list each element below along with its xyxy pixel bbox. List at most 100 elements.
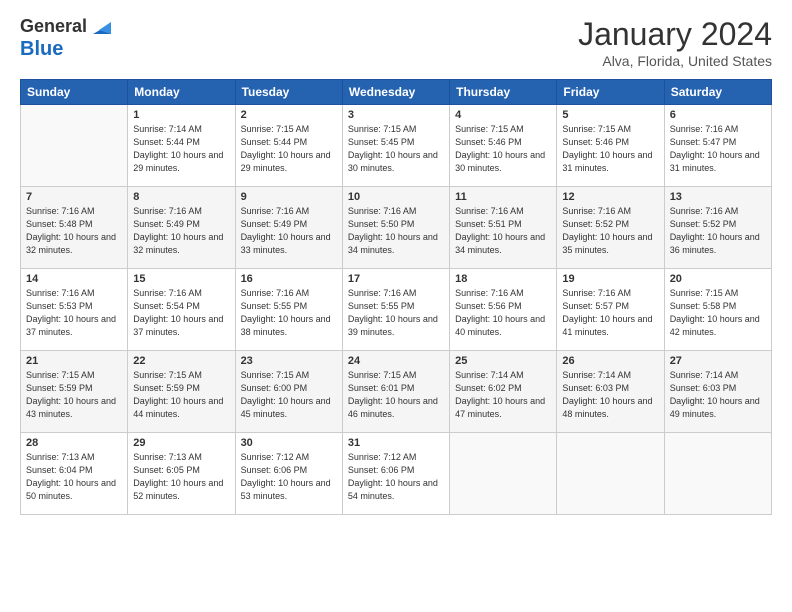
day-info: Sunrise: 7:16 AMSunset: 5:55 PMDaylight:… bbox=[241, 287, 337, 339]
day-info: Sunrise: 7:15 AMSunset: 6:00 PMDaylight:… bbox=[241, 369, 337, 421]
weekday-header-row: SundayMondayTuesdayWednesdayThursdayFrid… bbox=[21, 80, 772, 105]
calendar-cell: 26Sunrise: 7:14 AMSunset: 6:03 PMDayligh… bbox=[557, 351, 664, 433]
day-number: 20 bbox=[670, 273, 766, 285]
calendar-page: General Blue January 2024 Alva, Florida,… bbox=[0, 0, 792, 612]
calendar-cell bbox=[557, 433, 664, 515]
day-number: 6 bbox=[670, 109, 766, 121]
calendar-cell: 5 Sunrise: 7:15 AMSunset: 5:46 PMDaylight… bbox=[557, 105, 664, 187]
calendar-cell: 27 Sunrise: 7:14 AMSunset: 6:03 PMDayligh… bbox=[664, 351, 771, 433]
day-number: 23 bbox=[241, 355, 337, 367]
calendar-week-row: 28 Sunrise: 7:13 AMSunset: 6:04 PMDayligh… bbox=[21, 433, 772, 515]
calendar-cell: 22Sunrise: 7:15 AMSunset: 5:59 PMDayligh… bbox=[128, 351, 235, 433]
day-number: 11 bbox=[455, 191, 551, 203]
calendar-cell: 30Sunrise: 7:12 AMSunset: 6:06 PMDayligh… bbox=[235, 433, 342, 515]
logo-text: General bbox=[20, 17, 87, 37]
calendar-cell: 23 Sunrise: 7:15 AMSunset: 6:00 PMDayligh… bbox=[235, 351, 342, 433]
day-info: Sunrise: 7:15 AMSunset: 6:01 PMDaylight:… bbox=[348, 369, 444, 421]
day-info: Sunrise: 7:12 AMSunset: 6:06 PMDaylight:… bbox=[241, 451, 337, 503]
day-info: Sunrise: 7:14 AMSunset: 5:44 PMDaylight:… bbox=[133, 123, 229, 175]
day-number: 27 bbox=[670, 355, 766, 367]
day-info: Sunrise: 7:16 AMSunset: 5:50 PMDaylight:… bbox=[348, 205, 444, 257]
weekday-header-cell: Tuesday bbox=[235, 80, 342, 105]
calendar-cell: 18Sunrise: 7:16 AMSunset: 5:56 PMDayligh… bbox=[450, 269, 557, 351]
day-info: Sunrise: 7:14 AMSunset: 6:02 PMDaylight:… bbox=[455, 369, 551, 421]
weekday-header-cell: Friday bbox=[557, 80, 664, 105]
day-number: 8 bbox=[133, 191, 229, 203]
day-info: Sunrise: 7:16 AMSunset: 5:52 PMDaylight:… bbox=[562, 205, 658, 257]
day-info: Sunrise: 7:16 AMSunset: 5:51 PMDaylight:… bbox=[455, 205, 551, 257]
day-number: 16 bbox=[241, 273, 337, 285]
day-number: 13 bbox=[670, 191, 766, 203]
calendar-cell: 24Sunrise: 7:15 AMSunset: 6:01 PMDayligh… bbox=[342, 351, 449, 433]
calendar-cell: 1 Sunrise: 7:14 AMSunset: 5:44 PMDaylight… bbox=[128, 105, 235, 187]
calendar-cell: 31Sunrise: 7:12 AMSunset: 6:06 PMDayligh… bbox=[342, 433, 449, 515]
day-info: Sunrise: 7:16 AMSunset: 5:52 PMDaylight:… bbox=[670, 205, 766, 257]
day-number: 4 bbox=[455, 109, 551, 121]
day-info: Sunrise: 7:15 AMSunset: 5:46 PMDaylight:… bbox=[455, 123, 551, 175]
calendar-cell bbox=[450, 433, 557, 515]
day-number: 25 bbox=[455, 355, 551, 367]
calendar-table: SundayMondayTuesdayWednesdayThursdayFrid… bbox=[20, 79, 772, 515]
day-number: 12 bbox=[562, 191, 658, 203]
calendar-cell bbox=[664, 433, 771, 515]
day-number: 28 bbox=[26, 437, 122, 449]
logo: General Blue bbox=[20, 16, 111, 60]
calendar-week-row: 7 Sunrise: 7:16 AMSunset: 5:48 PMDaylight… bbox=[21, 187, 772, 269]
day-number: 7 bbox=[26, 191, 122, 203]
location: Alva, Florida, United States bbox=[578, 53, 772, 69]
day-number: 9 bbox=[241, 191, 337, 203]
calendar-cell: 19Sunrise: 7:16 AMSunset: 5:57 PMDayligh… bbox=[557, 269, 664, 351]
calendar-cell: 16 Sunrise: 7:16 AMSunset: 5:55 PMDayligh… bbox=[235, 269, 342, 351]
day-number: 3 bbox=[348, 109, 444, 121]
calendar-cell: 6 Sunrise: 7:16 AMSunset: 5:47 PMDaylight… bbox=[664, 105, 771, 187]
day-info: Sunrise: 7:16 AMSunset: 5:48 PMDaylight:… bbox=[26, 205, 122, 257]
logo-icon bbox=[89, 16, 111, 38]
weekday-header-cell: Saturday bbox=[664, 80, 771, 105]
calendar-cell: 3Sunrise: 7:15 AMSunset: 5:45 PMDaylight… bbox=[342, 105, 449, 187]
calendar-cell: 12 Sunrise: 7:16 AMSunset: 5:52 PMDayligh… bbox=[557, 187, 664, 269]
month-title: January 2024 bbox=[578, 16, 772, 53]
day-number: 15 bbox=[133, 273, 229, 285]
day-number: 14 bbox=[26, 273, 122, 285]
day-number: 19 bbox=[562, 273, 658, 285]
calendar-cell: 20Sunrise: 7:15 AMSunset: 5:58 PMDayligh… bbox=[664, 269, 771, 351]
day-info: Sunrise: 7:16 AMSunset: 5:49 PMDaylight:… bbox=[133, 205, 229, 257]
day-info: Sunrise: 7:15 AMSunset: 5:46 PMDaylight:… bbox=[562, 123, 658, 175]
calendar-cell bbox=[21, 105, 128, 187]
day-number: 5 bbox=[562, 109, 658, 121]
calendar-cell: 11 Sunrise: 7:16 AMSunset: 5:51 PMDayligh… bbox=[450, 187, 557, 269]
calendar-cell: 9 Sunrise: 7:16 AMSunset: 5:49 PMDaylight… bbox=[235, 187, 342, 269]
day-info: Sunrise: 7:16 AMSunset: 5:47 PMDaylight:… bbox=[670, 123, 766, 175]
calendar-week-row: 14Sunrise: 7:16 AMSunset: 5:53 PMDayligh… bbox=[21, 269, 772, 351]
calendar-cell: 15Sunrise: 7:16 AMSunset: 5:54 PMDayligh… bbox=[128, 269, 235, 351]
day-info: Sunrise: 7:15 AMSunset: 5:44 PMDaylight:… bbox=[241, 123, 337, 175]
calendar-cell: 7 Sunrise: 7:16 AMSunset: 5:48 PMDaylight… bbox=[21, 187, 128, 269]
day-number: 17 bbox=[348, 273, 444, 285]
day-info: Sunrise: 7:12 AMSunset: 6:06 PMDaylight:… bbox=[348, 451, 444, 503]
day-info: Sunrise: 7:16 AMSunset: 5:49 PMDaylight:… bbox=[241, 205, 337, 257]
calendar-cell: 17 Sunrise: 7:16 AMSunset: 5:55 PMDayligh… bbox=[342, 269, 449, 351]
day-info: Sunrise: 7:13 AMSunset: 6:04 PMDaylight:… bbox=[26, 451, 122, 503]
day-number: 10 bbox=[348, 191, 444, 203]
day-info: Sunrise: 7:15 AMSunset: 5:59 PMDaylight:… bbox=[26, 369, 122, 421]
day-number: 21 bbox=[26, 355, 122, 367]
day-info: Sunrise: 7:14 AMSunset: 6:03 PMDaylight:… bbox=[670, 369, 766, 421]
calendar-cell: 25 Sunrise: 7:14 AMSunset: 6:02 PMDayligh… bbox=[450, 351, 557, 433]
day-info: Sunrise: 7:16 AMSunset: 5:55 PMDaylight:… bbox=[348, 287, 444, 339]
day-info: Sunrise: 7:15 AMSunset: 5:59 PMDaylight:… bbox=[133, 369, 229, 421]
day-number: 2 bbox=[241, 109, 337, 121]
day-number: 18 bbox=[455, 273, 551, 285]
day-number: 29 bbox=[133, 437, 229, 449]
weekday-header-cell: Wednesday bbox=[342, 80, 449, 105]
day-number: 1 bbox=[133, 109, 229, 121]
calendar-cell: 28 Sunrise: 7:13 AMSunset: 6:04 PMDayligh… bbox=[21, 433, 128, 515]
title-block: January 2024 Alva, Florida, United State… bbox=[578, 16, 772, 69]
logo-blue-text: Blue bbox=[20, 38, 111, 60]
calendar-cell: 29Sunrise: 7:13 AMSunset: 6:05 PMDayligh… bbox=[128, 433, 235, 515]
calendar-cell: 21 Sunrise: 7:15 AMSunset: 5:59 PMDayligh… bbox=[21, 351, 128, 433]
calendar-week-row: 1 Sunrise: 7:14 AMSunset: 5:44 PMDaylight… bbox=[21, 105, 772, 187]
weekday-header-cell: Thursday bbox=[450, 80, 557, 105]
weekday-header-cell: Monday bbox=[128, 80, 235, 105]
calendar-cell: 10 Sunrise: 7:16 AMSunset: 5:50 PMDayligh… bbox=[342, 187, 449, 269]
calendar-cell: 4 Sunrise: 7:15 AMSunset: 5:46 PMDaylight… bbox=[450, 105, 557, 187]
